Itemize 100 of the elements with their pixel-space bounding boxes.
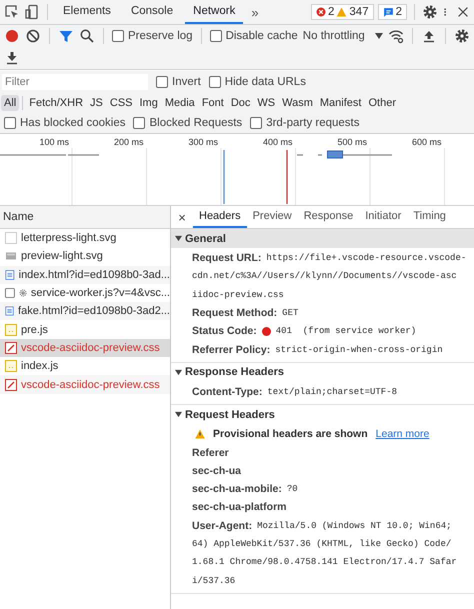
file-icon bbox=[5, 232, 17, 244]
header-value: text/plain;charset=UTF-8 bbox=[267, 386, 398, 397]
header-name: User-Agent: bbox=[192, 520, 252, 532]
header-value: Mozilla/5.0 (Windows NT 10.0; Win64; bbox=[257, 520, 452, 531]
type-filter-button[interactable]: Manifest bbox=[316, 95, 364, 111]
tick-label: 500 ms bbox=[337, 137, 367, 147]
message-count: 2 bbox=[396, 6, 402, 18]
header-name: Request Method: bbox=[192, 307, 278, 320]
type-filter-button[interactable]: Img bbox=[136, 95, 161, 111]
header-value: iidoc-preview.css bbox=[192, 290, 284, 300]
header-value: 1.68.1 Chrome/98.0.4758.141 Electron/17.4.7 Safar bbox=[192, 557, 457, 568]
triangle-icon bbox=[175, 235, 182, 242]
more-tabs-button[interactable]: » bbox=[247, 4, 263, 20]
details-tab[interactable]: Preview bbox=[246, 206, 298, 228]
network-conditions-icon[interactable] bbox=[388, 28, 404, 44]
download-icon[interactable] bbox=[4, 50, 20, 66]
search-icon[interactable] bbox=[79, 28, 95, 44]
filter-field[interactable]: Filter bbox=[2, 74, 148, 90]
request-row[interactable]: vscode-asciidoc-preview.css bbox=[0, 375, 170, 394]
request-row[interactable]: fake.html?id=ed1098b0-3ad2... bbox=[0, 302, 170, 320]
header-value: cdn.net/c%3A//Users//klynn//Documents//vscode-asc bbox=[192, 271, 457, 282]
type-filter-button[interactable]: JS bbox=[87, 95, 106, 111]
header-name: Request URL: bbox=[192, 252, 262, 264]
section-header[interactable]: Response Headers bbox=[171, 362, 474, 382]
header-value: 401 (from service worker) bbox=[276, 326, 416, 336]
type-filter-button[interactable]: Font bbox=[198, 95, 227, 111]
close-button[interactable]: × bbox=[171, 210, 193, 224]
header-value: strict-origin-when-cross-origin bbox=[275, 344, 443, 355]
tick-label: 600 ms bbox=[412, 137, 442, 147]
details-tab[interactable]: Initiator bbox=[359, 206, 408, 228]
script-icon bbox=[5, 360, 17, 372]
type-filter-button[interactable]: CSS bbox=[106, 95, 136, 111]
request-filter-checkbox[interactable]: 3rd-party requests bbox=[250, 117, 360, 129]
stylesheet-icon bbox=[5, 378, 17, 391]
type-filter-button[interactable]: WS bbox=[254, 95, 278, 111]
device-icon[interactable] bbox=[24, 4, 40, 20]
disable-cache-checkbox[interactable]: Disable cache bbox=[210, 30, 298, 42]
header-name: sec-ch-ua-mobile: bbox=[192, 483, 282, 496]
messages-counter[interactable]: 2 bbox=[378, 4, 407, 20]
section-header[interactable]: General bbox=[171, 229, 474, 248]
settings-icon[interactable] bbox=[454, 28, 470, 44]
request-row[interactable]: preview-light.svg bbox=[0, 247, 170, 266]
filter-icon[interactable] bbox=[58, 28, 74, 44]
type-filter-button[interactable]: Other bbox=[365, 95, 399, 111]
settings-icon[interactable] bbox=[422, 4, 438, 20]
type-filter-button[interactable]: Fetch/XHR bbox=[26, 95, 86, 111]
header-value: GET bbox=[282, 308, 298, 318]
throttling-dropdown[interactable]: No throttling bbox=[302, 30, 383, 42]
header-value: 64) AppleWebKit/537.36 (KHTML, like Gecko) Code/ bbox=[192, 539, 452, 549]
header-value: i/537.36 bbox=[192, 576, 236, 586]
request-row[interactable]: service-worker.js?v=4&vsc... bbox=[0, 284, 170, 302]
issues-counter[interactable]: 2 347 bbox=[311, 4, 374, 20]
inspect-icon[interactable] bbox=[4, 4, 20, 20]
warning-text: Provisional headers are shown bbox=[213, 428, 368, 440]
filter-option-checkbox[interactable]: Hide data URLs bbox=[208, 76, 306, 88]
checkbox-icon bbox=[5, 287, 15, 300]
gear-icon bbox=[18, 288, 27, 298]
triangle-icon bbox=[175, 411, 182, 418]
request-row[interactable]: pre.js bbox=[0, 320, 170, 339]
type-filter-button[interactable]: All bbox=[1, 95, 20, 111]
section-header[interactable]: Request Headers bbox=[171, 405, 474, 424]
tick-label: 100 ms bbox=[39, 137, 69, 147]
warning-icon bbox=[195, 429, 205, 440]
request-row[interactable]: index.html?id=ed1098b0-3ad... bbox=[0, 266, 170, 284]
request-filter-checkbox[interactable]: Blocked Requests bbox=[133, 117, 242, 129]
filter-option-checkbox[interactable]: Invert bbox=[156, 76, 201, 88]
header-name: Referrer Policy: bbox=[192, 344, 270, 356]
name-column-header[interactable]: Name bbox=[0, 206, 170, 229]
header-value: ?0 bbox=[286, 484, 298, 494]
tick-label: 300 ms bbox=[188, 137, 218, 147]
preserve-log-checkbox[interactable]: Preserve log bbox=[112, 30, 193, 42]
request-row[interactable]: index.js bbox=[0, 357, 170, 376]
record-button[interactable] bbox=[4, 28, 20, 44]
panel-tab[interactable]: Elements bbox=[55, 0, 119, 24]
script-icon bbox=[5, 324, 17, 336]
details-tab[interactable]: Response bbox=[298, 206, 360, 228]
panel-tab[interactable]: Console bbox=[122, 0, 182, 24]
message-icon bbox=[382, 6, 394, 18]
request-filter-checkbox[interactable]: Has blocked cookies bbox=[4, 117, 126, 129]
image-icon bbox=[5, 250, 17, 262]
header-name: Content-Type: bbox=[192, 386, 262, 398]
error-icon bbox=[316, 7, 326, 17]
request-row[interactable]: letterpress-light.svg bbox=[0, 229, 170, 248]
details-tab[interactable]: Timing bbox=[407, 206, 452, 228]
type-filter-button[interactable]: Media bbox=[162, 95, 198, 111]
header-name: sec-ch-ua-platform bbox=[192, 501, 287, 514]
error-count: 2 bbox=[328, 6, 334, 18]
document-icon bbox=[5, 268, 15, 281]
learn-more-link[interactable]: Learn more bbox=[376, 428, 430, 440]
type-filter-button[interactable]: Doc bbox=[228, 95, 254, 111]
tick-label: 400 ms bbox=[262, 137, 292, 147]
header-name: Referer bbox=[192, 446, 229, 459]
caret-icon bbox=[374, 33, 383, 39]
triangle-icon bbox=[175, 368, 182, 376]
header-value: https://file+.vscode-resource.vscode- bbox=[266, 253, 466, 264]
tick-label: 200 ms bbox=[114, 137, 144, 147]
warning-count: 347 bbox=[349, 6, 369, 18]
type-filter-button[interactable]: Wasm bbox=[279, 95, 316, 111]
clear-icon[interactable] bbox=[25, 28, 41, 44]
header-name: sec-ch-ua bbox=[192, 464, 242, 477]
